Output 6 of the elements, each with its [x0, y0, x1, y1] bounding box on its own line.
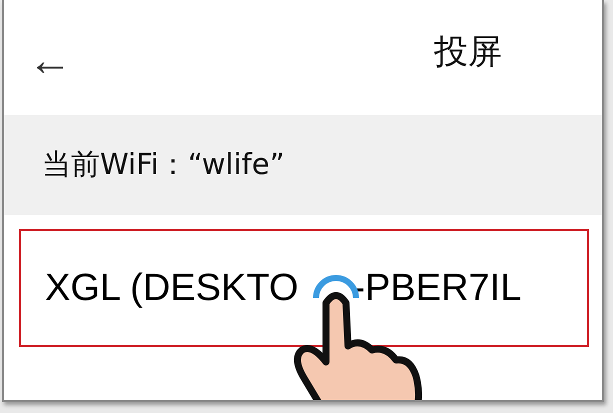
- page-title: 投屏: [434, 30, 502, 74]
- back-button[interactable]: ←: [28, 38, 72, 82]
- current-wifi-label: 当前WiFi：“wlife”: [42, 146, 285, 183]
- device-list-item[interactable]: XGL (DESKTO -PBER7IL: [19, 229, 589, 347]
- device-name: XGL (DESKTO: [45, 266, 298, 310]
- device-name: -PBER7IL: [352, 266, 522, 310]
